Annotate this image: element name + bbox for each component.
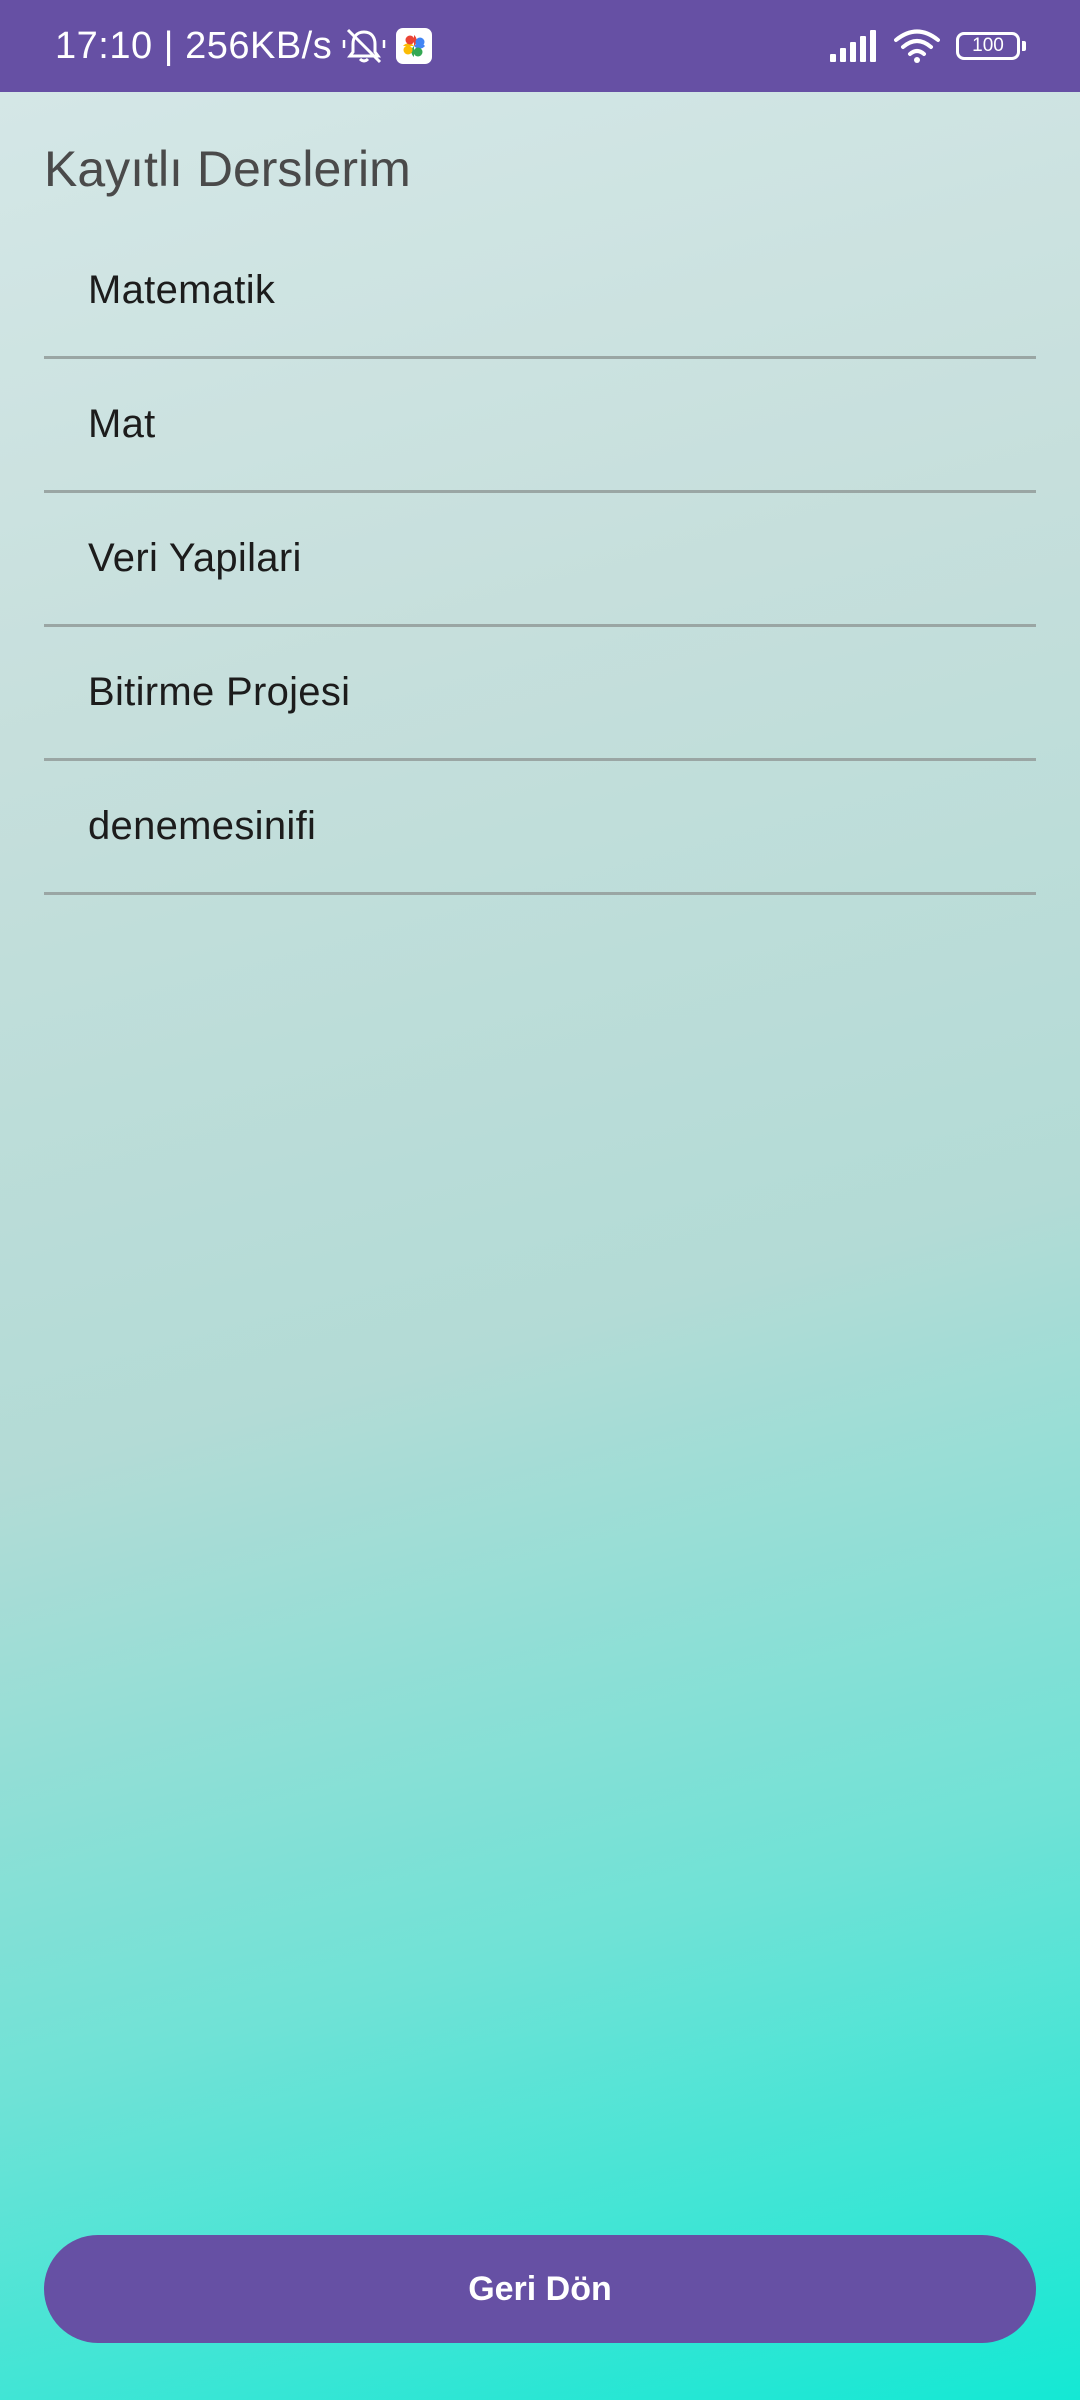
course-label: denemesinifi bbox=[88, 804, 317, 848]
course-label: Matematik bbox=[88, 268, 276, 312]
course-label: Mat bbox=[88, 402, 156, 446]
status-bar: 17:10 | 256KB/s 100 bbox=[0, 0, 1080, 92]
status-left: 17:10 | 256KB/s bbox=[55, 0, 433, 92]
battery-icon: 100 bbox=[956, 32, 1026, 60]
signal-icon bbox=[830, 30, 878, 62]
back-button[interactable]: Geri Dön bbox=[44, 2235, 1036, 2343]
wifi-icon bbox=[894, 29, 940, 63]
google-photos-icon bbox=[396, 28, 433, 64]
list-item[interactable]: Mat bbox=[44, 359, 1036, 493]
alarm-off-icon bbox=[342, 26, 386, 66]
list-item[interactable]: denemesinifi bbox=[44, 761, 1036, 895]
course-label: Veri Yapilari bbox=[88, 536, 302, 580]
status-right: 100 bbox=[830, 0, 1026, 92]
battery-level: 100 bbox=[972, 35, 1004, 56]
list-item[interactable]: Bitirme Projesi bbox=[44, 627, 1036, 761]
course-list: Matematik Mat Veri Yapilari Bitirme Proj… bbox=[44, 225, 1036, 895]
course-label: Bitirme Projesi bbox=[88, 670, 351, 714]
page-title: Kayıtlı Derslerim bbox=[44, 141, 411, 197]
status-time: 17:10 | 256KB/s bbox=[55, 24, 333, 67]
screen: 17:10 | 256KB/s 100 Kayıtlı Derslerim Ma… bbox=[0, 0, 1080, 2400]
battery-tip bbox=[1022, 41, 1026, 51]
list-item[interactable]: Matematik bbox=[44, 225, 1036, 359]
list-item[interactable]: Veri Yapilari bbox=[44, 493, 1036, 627]
